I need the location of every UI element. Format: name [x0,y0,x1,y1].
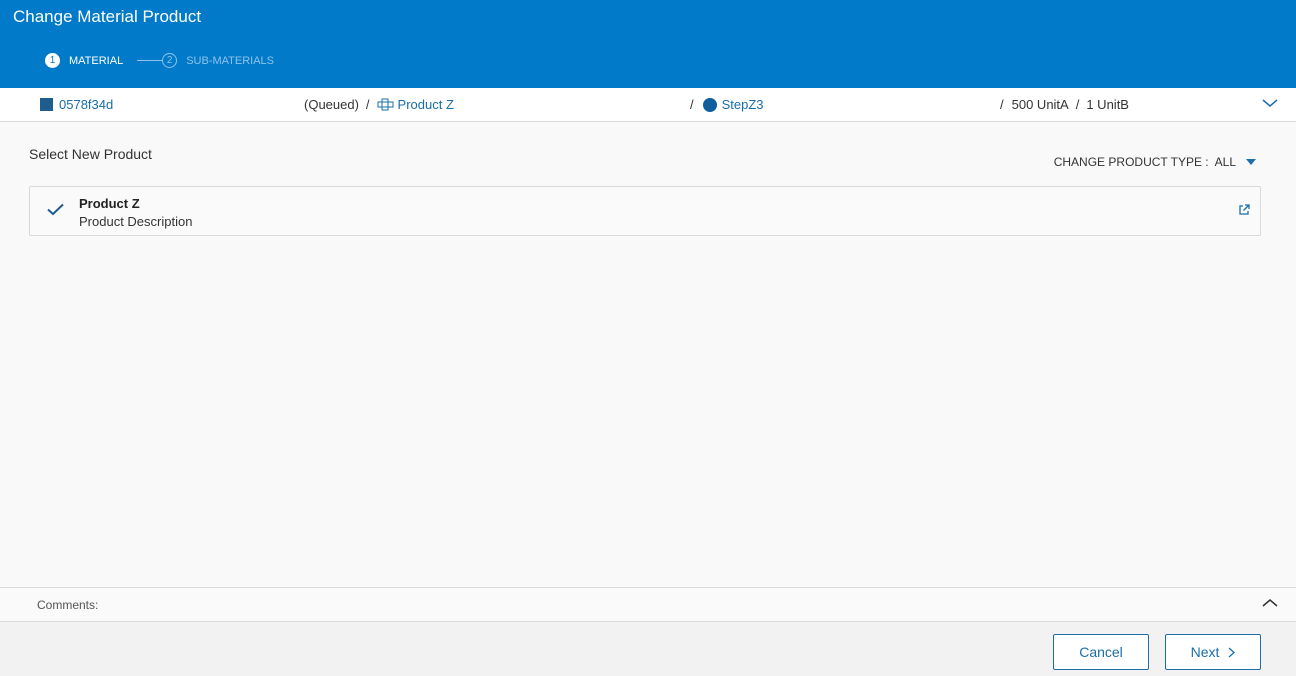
quantity-b: 1 UnitB [1086,97,1129,112]
material-status-product: (Queued) / Product Z [304,97,454,112]
material-quantity: / 500 UnitA / 1 UnitB [1000,97,1129,112]
dialog-header: Change Material Product 1 MATERIAL 2 SUB… [0,0,1296,88]
step-material[interactable]: 1 MATERIAL [45,53,123,68]
step-connector [137,60,163,61]
filter-label: CHANGE PRODUCT TYPE : [1053,155,1209,169]
material-square-icon [40,98,53,111]
cancel-button[interactable]: Cancel [1053,634,1149,670]
product-name: Product Z [79,196,140,211]
product-link[interactable]: Product Z [398,97,454,112]
step-sub-materials[interactable]: 2 SUB-MATERIALS [162,53,274,68]
quantity-a: 500 UnitA [1011,97,1069,112]
wizard-steps: 1 MATERIAL 2 SUB-MATERIALS [45,53,274,68]
product-icon [377,98,394,111]
dialog-footer: Cancel Next [0,621,1296,676]
next-button[interactable]: Next [1165,634,1261,670]
step-label: MATERIAL [69,54,124,67]
material-step: / StepZ3 [690,97,764,112]
next-label: Next [1190,644,1220,660]
material-status: (Queued) [304,97,359,112]
material-id[interactable]: 0578f34d [40,97,113,112]
product-option[interactable]: Product Z Product Description [29,186,1261,236]
step-circle-icon [702,97,717,112]
step-link[interactable]: StepZ3 [722,97,764,112]
product-type-filter[interactable]: CHANGE PRODUCT TYPE : ALL [1054,155,1256,169]
chevron-up-icon[interactable] [1262,598,1278,608]
step-number: 1 [45,53,60,68]
comments-label: Comments: [37,598,99,612]
caret-down-icon [1246,159,1256,165]
material-id-link[interactable]: 0578f34d [59,97,113,112]
chevron-right-icon [1228,647,1236,657]
product-description: Product Description [79,214,193,229]
chevron-down-icon[interactable] [1262,98,1278,108]
material-context-bar: 0578f34d (Queued) / Product Z / StepZ3 /… [0,88,1296,122]
open-external-icon[interactable] [1238,204,1250,216]
check-icon [47,203,64,216]
step-number: 2 [162,53,178,68]
dialog-title: Change Material Product [13,7,202,26]
comments-panel[interactable]: Comments: [0,587,1296,621]
separator: / [690,97,694,112]
cancel-label: Cancel [1079,644,1123,660]
separator: / [365,97,370,112]
separator: / [1000,97,1004,112]
filter-value: ALL [1214,155,1236,169]
separator: / [1075,97,1080,112]
select-product-label: Select New Product [29,146,152,162]
step-label: SUB-MATERIALS [186,54,275,67]
